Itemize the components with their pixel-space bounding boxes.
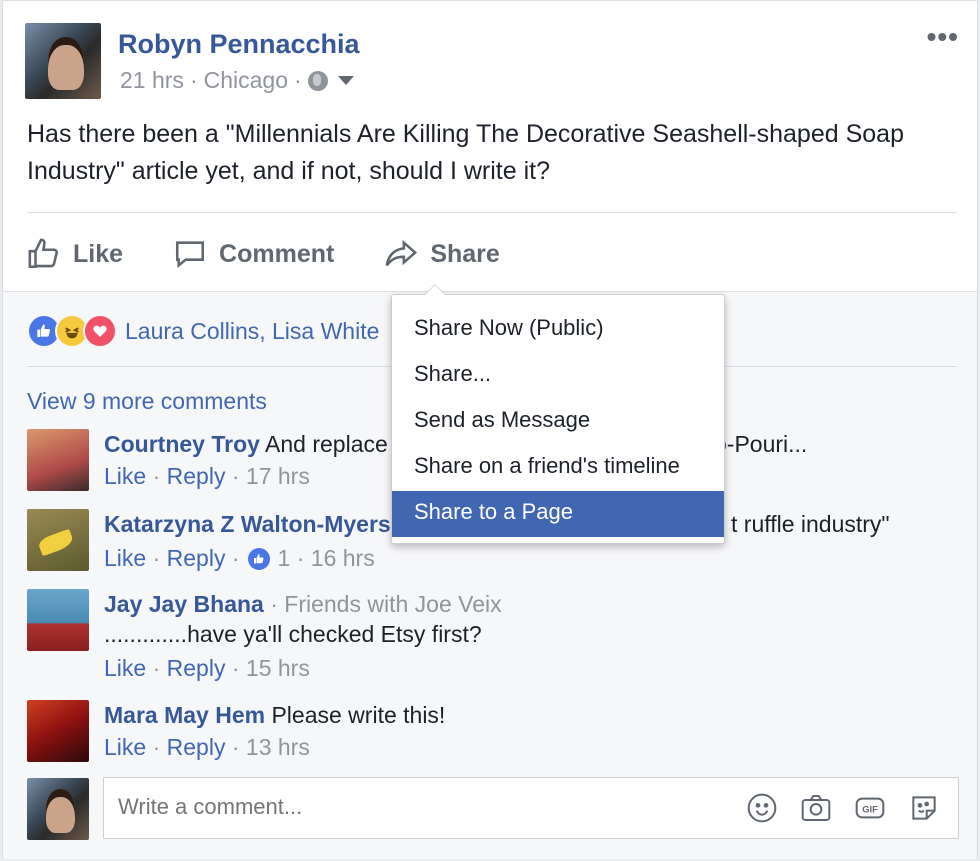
like-reaction-icon <box>247 547 270 570</box>
comment-button[interactable]: Comment <box>173 237 334 271</box>
comment-body: Katarzyna Z Walton-Myers t ruffle indust… <box>104 509 890 539</box>
comment-body: Jay Jay Bhana · Friends with Joe Veix ..… <box>104 591 502 647</box>
post-card: Robyn Pennacchia 21 hrs · Chicago · ••• … <box>2 0 978 859</box>
sticker-icon[interactable] <box>908 792 940 824</box>
emoji-icon[interactable] <box>746 792 778 824</box>
comment-text: Please write this! <box>271 702 446 728</box>
comment-reply-link[interactable]: Reply <box>167 463 226 490</box>
comment-reply-link[interactable]: Reply <box>167 734 226 761</box>
meta-separator: · <box>189 67 198 93</box>
view-more-comments-link[interactable]: View 9 more comments <box>27 388 267 415</box>
more-options-icon[interactable]: ••• <box>927 21 959 53</box>
share-menu-item-friends-timeline[interactable]: Share on a friend's timeline <box>392 445 724 491</box>
post-location[interactable]: Chicago <box>204 67 288 94</box>
post-meta: 21 hrs · Chicago · <box>120 67 354 94</box>
share-arrow-icon <box>385 239 418 267</box>
avatar[interactable] <box>27 589 89 651</box>
comment-input[interactable] <box>116 793 720 821</box>
share-menu: Share Now (Public) Share... Send as Mess… <box>391 284 725 544</box>
globe-icon[interactable] <box>307 70 328 91</box>
avatar[interactable] <box>27 509 89 571</box>
comment-like-count[interactable]: 1 <box>278 545 291 572</box>
comment-time[interactable]: 15 hrs <box>246 655 310 682</box>
post-actions: Like Comment Share <box>27 229 550 279</box>
comment-reply-link[interactable]: Reply <box>167 655 226 682</box>
post-time[interactable]: 21 hrs <box>120 67 184 94</box>
comment-bubble-icon <box>176 241 205 268</box>
post-text: Has there been a "Millennials Are Killin… <box>27 120 904 185</box>
author-name[interactable]: Robyn Pennacchia <box>118 29 360 60</box>
comment-text-tail: t ruffle industry" <box>731 511 890 537</box>
comment-time[interactable]: 13 hrs <box>246 734 310 761</box>
comment-body: Mara May Hem Please write this! <box>104 700 445 730</box>
comment-time[interactable]: 17 hrs <box>246 463 310 490</box>
comment-author[interactable]: Jay Jay Bhana <box>104 591 264 617</box>
comment-actions: Like · Reply · 13 hrs <box>104 734 310 761</box>
avatar[interactable] <box>27 700 89 762</box>
comment-like-link[interactable]: Like <box>104 545 146 572</box>
comment-like-link[interactable]: Like <box>104 655 146 682</box>
comment-author[interactable]: Katarzyna Z Walton-Myers <box>104 511 391 537</box>
share-menu-item-share-now[interactable]: Share Now (Public) <box>392 307 724 353</box>
comment-time[interactable]: 16 hrs <box>311 545 375 572</box>
author-avatar[interactable] <box>25 23 101 99</box>
share-label: Share <box>430 239 500 268</box>
thumbs-up-icon <box>28 238 58 269</box>
comment-actions: Like · Reply · 1 · 16 hrs <box>104 545 375 572</box>
comment-label: Comment <box>219 239 335 268</box>
comment-body: Courtney Troy And replace o-Pouri... <box>104 429 807 459</box>
comment-actions: Like · Reply · 17 hrs <box>104 463 310 490</box>
share-menu-item-send-message[interactable]: Send as Message <box>392 399 724 445</box>
share-menu-item-share-to-page[interactable]: Share to a Page <box>392 491 724 537</box>
reactor-names[interactable]: Laura Collins, Lisa White <box>125 318 379 345</box>
camera-icon[interactable] <box>800 792 832 824</box>
reactions-summary[interactable]: Laura Collins, Lisa White <box>27 314 379 348</box>
comment-like-link[interactable]: Like <box>104 463 146 490</box>
comment-author[interactable]: Mara May Hem <box>104 702 265 728</box>
comment-text: And replace <box>265 431 388 457</box>
meta-separator: · <box>294 67 302 93</box>
comment-composer[interactable]: GIF <box>103 777 959 839</box>
comment-reply-link[interactable]: Reply <box>167 545 226 572</box>
love-reaction-icon <box>83 314 117 348</box>
friends-with-label[interactable]: Friends with Joe Veix <box>284 591 501 617</box>
gif-icon[interactable]: GIF <box>854 792 886 824</box>
comment-actions: Like · Reply · 15 hrs <box>104 655 310 682</box>
comment-text: .............have ya'll checked Etsy fir… <box>104 621 482 647</box>
composer-icons: GIF <box>746 792 940 824</box>
avatar[interactable] <box>27 429 89 491</box>
divider <box>27 212 957 213</box>
comment-text-tail: o-Pouri... <box>714 431 808 457</box>
share-menu-item-share[interactable]: Share... <box>392 353 724 399</box>
chevron-down-icon[interactable] <box>337 76 354 85</box>
comment-like-link[interactable]: Like <box>104 734 146 761</box>
svg-text:GIF: GIF <box>862 805 878 815</box>
like-button[interactable]: Like <box>27 237 123 271</box>
share-button[interactable]: Share <box>384 237 500 271</box>
like-label: Like <box>73 239 124 268</box>
comment-author[interactable]: Courtney Troy <box>104 431 260 457</box>
composer-avatar <box>27 778 89 840</box>
